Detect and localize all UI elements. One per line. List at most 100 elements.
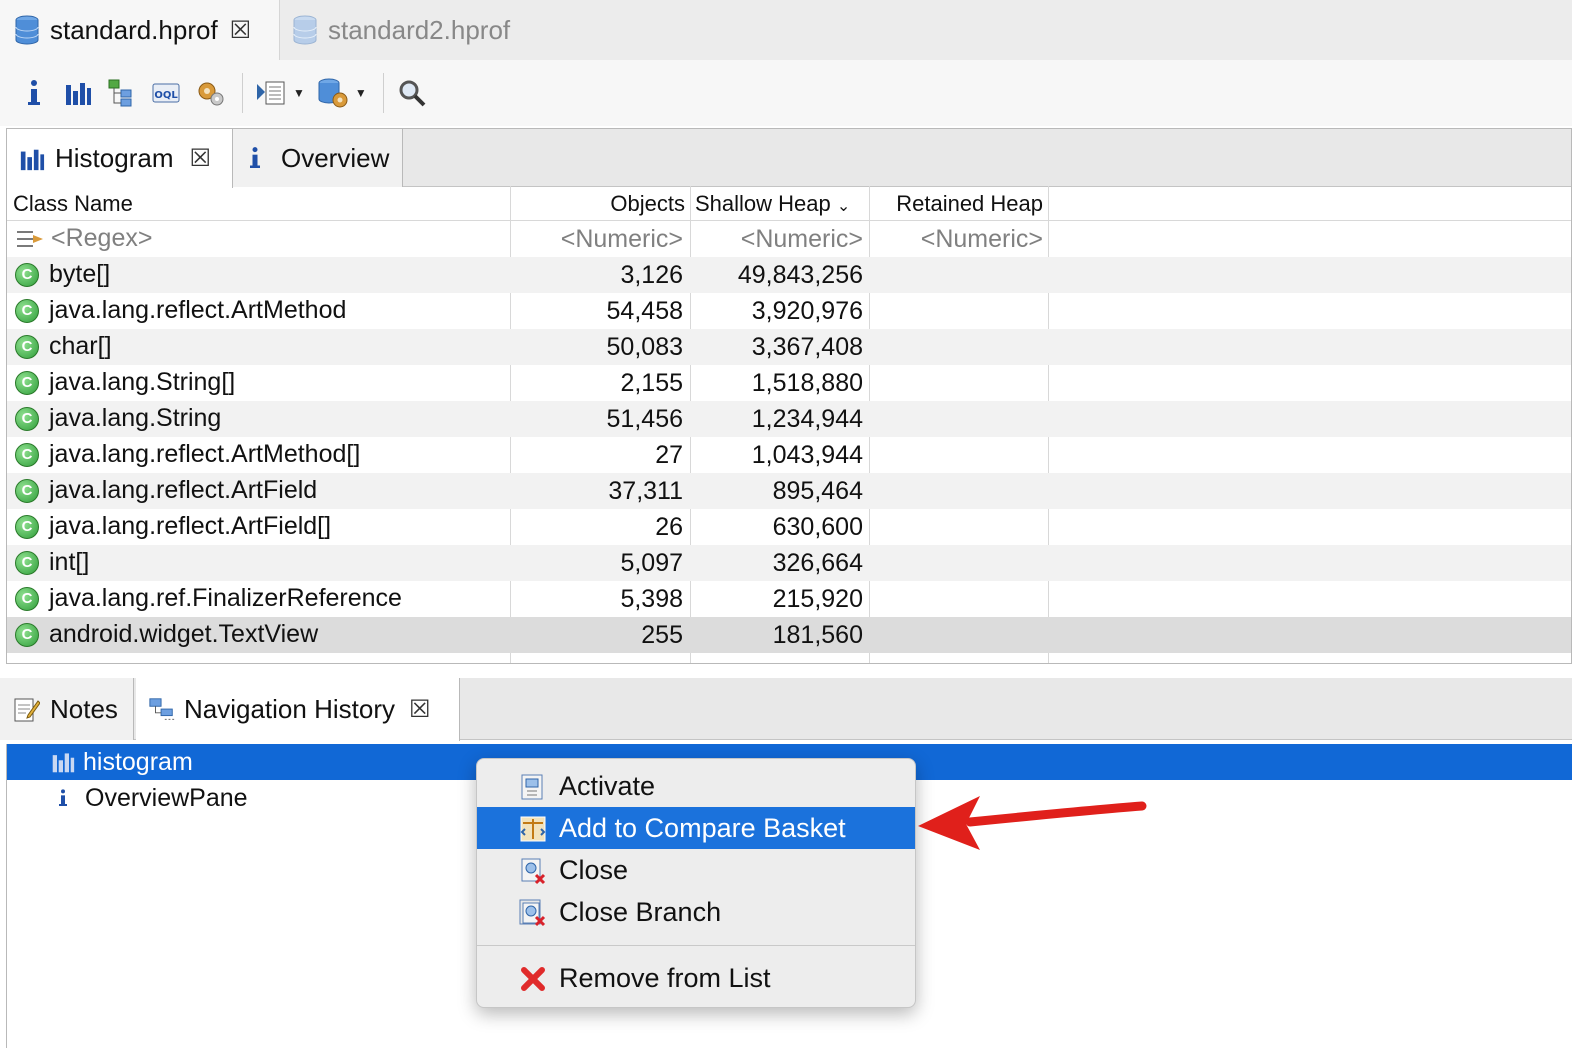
filter-shallow[interactable]: <Numeric>: [697, 225, 863, 254]
table-body: <Regex> <Numeric> <Numeric> <Numeric> Cb…: [7, 186, 1571, 663]
menu-separator: [477, 945, 915, 946]
menu-item-remove-from-list[interactable]: Remove from List: [477, 957, 915, 999]
oql-icon[interactable]: OQL: [146, 73, 186, 113]
table-row[interactable]: Cjava.lang.reflect.ArtMethod 54,458 3,920,…: [7, 293, 1571, 329]
heap-dump-settings-icon[interactable]: [313, 73, 353, 113]
table-row[interactable]: Candroid.widget.TextView 255 181,560: [7, 617, 1571, 653]
filter-retained[interactable]: <Numeric>: [877, 225, 1043, 254]
chevron-down-icon[interactable]: ▼: [355, 86, 367, 100]
class-name-cell: Cjava.lang.reflect.ArtMethod: [15, 296, 346, 325]
table-row[interactable]: Cjava.lang.String 51,456 1,234,944: [7, 401, 1571, 437]
menu-item-close[interactable]: Close: [477, 849, 915, 891]
class-name-label: java.lang.String[]: [49, 368, 236, 396]
histogram-icon[interactable]: [58, 73, 98, 113]
menu-item-label: Remove from List: [559, 962, 771, 993]
objects-cell: 5,097: [620, 549, 683, 577]
class-icon: C: [15, 514, 39, 539]
info-icon: [59, 789, 67, 806]
column-header-shallow-heap[interactable]: Shallow Heap ⌄: [695, 191, 850, 217]
thread-overview-icon[interactable]: [190, 73, 230, 113]
shallow-heap-cell: 49,843,256: [737, 261, 863, 289]
navigation-history-icon: [149, 697, 175, 720]
heap-dump-file-icon: [15, 15, 39, 45]
objects-cell: 255: [641, 621, 683, 649]
class-icon: C: [15, 622, 39, 647]
table-row[interactable]: Cchar[] 50,083 3,367,408: [7, 329, 1571, 365]
chevron-down-icon[interactable]: ▼: [293, 86, 305, 100]
class-icon: C: [15, 442, 39, 467]
info-icon: [250, 147, 260, 168]
tree-item-label: histogram: [83, 747, 193, 776]
class-name-cell: Cjava.lang.String[]: [15, 368, 235, 397]
file-tab-strip: standard.hprof ☒ standard2.hprof: [0, 0, 1572, 60]
column-header-retained-heap[interactable]: Retained Heap: [875, 191, 1043, 217]
column-header-objects[interactable]: Objects: [517, 191, 685, 217]
file-tab-standard[interactable]: standard.hprof ☒: [0, 0, 280, 60]
tab-notes[interactable]: Notes: [0, 678, 134, 740]
histogram-icon: [52, 753, 75, 773]
editor-tab-strip: Histogram ☒ Overview: [7, 129, 1571, 188]
shallow-heap-cell: 1,518,880: [751, 369, 863, 397]
menu-item-label: Close Branch: [559, 896, 722, 927]
objects-cell: 2,155: [620, 369, 683, 397]
objects-cell: 3,126: [620, 261, 683, 289]
class-name-label: java.lang.reflect.ArtField[]: [49, 512, 332, 540]
activate-icon: [521, 774, 543, 800]
class-icon: C: [15, 262, 39, 287]
class-name-cell: Cjava.lang.ref.FinalizerReference: [15, 584, 402, 613]
info-icon[interactable]: [14, 73, 54, 113]
shallow-heap-cell: 895,464: [772, 477, 863, 505]
class-name-label: char[]: [49, 332, 112, 360]
tab-histogram[interactable]: Histogram ☒: [7, 129, 233, 188]
class-name-label: java.lang.reflect.ArtField: [49, 476, 318, 504]
tab-label: Notes: [50, 693, 118, 724]
objects-cell: 27: [655, 441, 683, 469]
menu-item-close-branch[interactable]: Close Branch: [477, 891, 915, 933]
column-header-class-name[interactable]: Class Name: [13, 191, 133, 217]
dominator-tree-icon[interactable]: [102, 73, 142, 113]
filter-objects[interactable]: <Numeric>: [517, 225, 683, 254]
context-menu: Activate Add to Compare Basket Close Clo…: [476, 758, 916, 1008]
class-icon: C: [15, 370, 39, 395]
class-name-cell: Cint[]: [15, 548, 89, 577]
filter-name-cell[interactable]: <Regex>: [15, 224, 152, 253]
close-icon[interactable]: ☒: [409, 695, 431, 724]
regex-filter-icon: [17, 230, 43, 247]
menu-item-label: Add to Compare Basket: [559, 812, 846, 843]
class-icon: C: [15, 478, 39, 503]
tab-navigation-history[interactable]: Navigation History ☒: [136, 678, 460, 741]
tab-overview[interactable]: Overview: [233, 129, 403, 187]
menu-item-label: Activate: [559, 770, 656, 801]
column-header-label: Shallow Heap: [695, 191, 831, 216]
filter-row[interactable]: <Regex> <Numeric> <Numeric> <Numeric>: [7, 221, 1571, 257]
table-row[interactable]: Cjava.lang.ref.FinalizerReference 5,398 21…: [7, 581, 1571, 617]
tree-item-label: OverviewPane: [85, 783, 248, 812]
tab-label: Histogram: [55, 143, 174, 173]
table-row[interactable]: Cjava.lang.reflect.ArtField 37,311 895,464: [7, 473, 1571, 509]
objects-cell: 26: [655, 513, 683, 541]
class-icon: C: [15, 334, 39, 359]
class-icon: C: [15, 298, 39, 323]
table-header: Class Name Objects Shallow Heap ⌄ Retain…: [7, 187, 1571, 221]
close-icon[interactable]: ☒: [230, 16, 252, 45]
table-row[interactable]: Cjava.lang.String[] 2,155 1,518,880: [7, 365, 1571, 401]
menu-item-add-to-compare-basket[interactable]: Add to Compare Basket: [477, 807, 915, 849]
menu-item-activate[interactable]: Activate: [477, 765, 915, 807]
shallow-heap-cell: 181,560: [772, 621, 863, 649]
table-row[interactable]: Cjava.lang.reflect.ArtField[] 26 630,600: [7, 509, 1571, 545]
filter-regex-placeholder: <Regex>: [51, 224, 153, 252]
file-tab-standard2[interactable]: standard2.hprof: [282, 0, 562, 60]
class-name-label: java.lang.String: [49, 404, 222, 432]
search-icon[interactable]: [392, 73, 432, 113]
table-row[interactable]: Cjava.lang.reflect.ArtMethod[] 27 1,043,94…: [7, 437, 1571, 473]
run-report-icon[interactable]: [251, 73, 291, 113]
class-name-cell: Candroid.widget.TextView: [15, 620, 318, 649]
class-name-cell: Cjava.lang.reflect.ArtField[]: [15, 512, 331, 541]
table-row[interactable]: Cint[] 5,097 326,664: [7, 545, 1571, 581]
class-name-cell: Cbyte[]: [15, 260, 110, 289]
objects-cell: 37,311: [608, 477, 683, 505]
close-icon[interactable]: ☒: [189, 144, 211, 173]
class-name-cell: Cchar[]: [15, 332, 112, 361]
table-row[interactable]: Cbyte[] 3,126 49,843,256: [7, 257, 1571, 293]
class-name-label: java.lang.reflect.ArtMethod: [49, 296, 347, 324]
